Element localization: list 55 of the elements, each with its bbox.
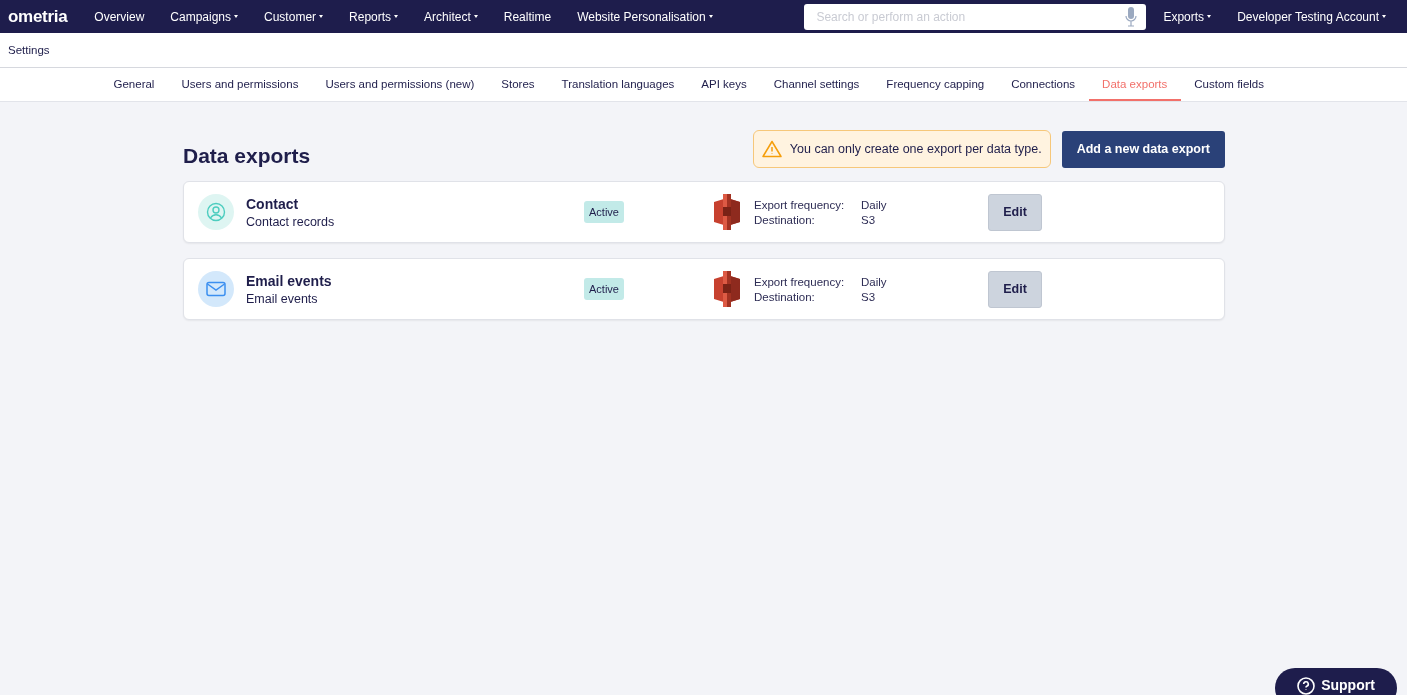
info-label: Destination: <box>754 290 816 303</box>
logo[interactable]: ometria <box>8 6 68 27</box>
edit-button[interactable]: Edit <box>988 193 1042 231</box>
nav-menu-item[interactable]: Exports <box>1150 9 1225 24</box>
envelope-icon <box>206 281 226 297</box>
warning-icon <box>761 140 782 158</box>
export-title: Email events <box>246 272 333 289</box>
nav-menu-item[interactable]: Architect <box>411 9 491 24</box>
microphone-icon[interactable] <box>1125 6 1138 27</box>
nav-menu-item[interactable]: Website Personalisation <box>564 9 726 24</box>
caret-icon <box>1207 15 1212 18</box>
info-value: S3 <box>861 290 877 303</box>
info-value: Daily <box>861 275 888 288</box>
bucket-icon <box>711 194 743 230</box>
status-badge: Active <box>584 201 624 223</box>
export-subtitle: Email events <box>246 291 319 306</box>
user-icon <box>206 202 226 222</box>
tab[interactable]: Stores <box>487 68 549 101</box>
help-icon <box>1297 677 1316 695</box>
caret-icon <box>708 15 713 18</box>
status-badge: Active <box>584 278 624 300</box>
nav-menu-item[interactable]: Developer Testing Account <box>1224 9 1399 24</box>
info-label: Export frequency: <box>754 198 846 211</box>
info-value: S3 <box>861 213 877 226</box>
tab[interactable]: Channel settings <box>760 68 873 101</box>
nav-menu-item[interactable]: Campaigns <box>157 9 252 24</box>
tab[interactable]: General <box>100 68 168 101</box>
nav-menu-item[interactable]: Overview <box>81 9 158 24</box>
nav-menu-item[interactable]: Customer <box>251 9 337 24</box>
export-title: Contact <box>246 195 300 212</box>
info-value: Daily <box>861 198 888 211</box>
caret-icon <box>1382 15 1386 18</box>
tab[interactable]: Users and permissions (new) <box>311 68 488 101</box>
tab[interactable]: Users and permissions <box>167 68 312 101</box>
bucket-icon <box>711 271 743 307</box>
caret-icon <box>234 15 239 18</box>
caret-icon <box>394 15 399 18</box>
notice-text: You can only create one export per data type. <box>789 142 1042 156</box>
info-label: Export frequency: <box>754 275 846 288</box>
add-export-button[interactable]: Add a new data export <box>1061 130 1225 168</box>
tab[interactable]: Custom fields <box>1180 68 1278 101</box>
nav-menu-item[interactable]: Reports <box>336 9 412 24</box>
info-label: Destination: <box>754 213 816 226</box>
nav-menu-item[interactable]: Realtime <box>490 9 565 24</box>
tab[interactable]: API keys <box>687 68 761 101</box>
caret-icon <box>319 15 324 18</box>
tab[interactable]: Translation languages <box>548 68 688 101</box>
page-title: Data exports <box>183 144 312 168</box>
support-button[interactable]: Support <box>1275 668 1397 695</box>
caret-icon <box>473 15 478 18</box>
tab[interactable]: Connections <box>997 68 1089 101</box>
tab[interactable]: Frequency capping <box>872 68 998 101</box>
export-subtitle: Contact records <box>246 214 336 229</box>
breadcrumb: Settings <box>8 44 50 56</box>
edit-button[interactable]: Edit <box>988 270 1042 308</box>
